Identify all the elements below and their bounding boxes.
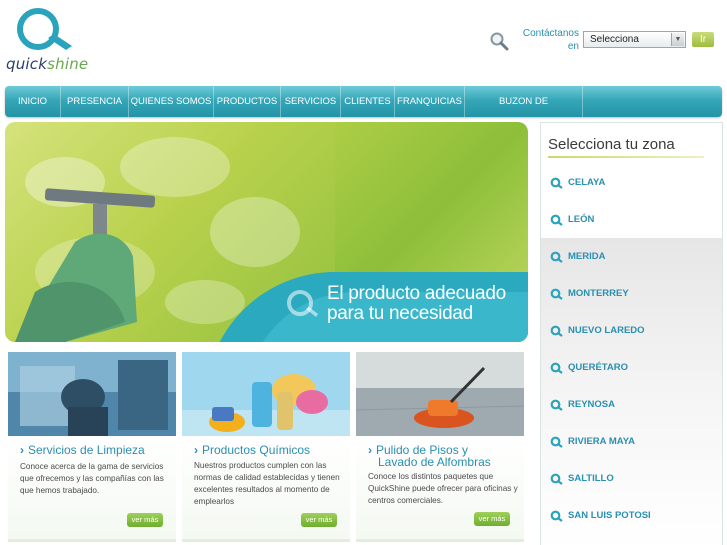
- zone-sidebar: Selecciona tu zona CELAYA LEÓN MERIDA MO…: [540, 122, 723, 545]
- card-description: Conoce los distintos paquetes que QuickS…: [368, 472, 518, 505]
- zone-item-label: LEÓN: [568, 214, 595, 225]
- chevron-right-icon: ›: [194, 443, 198, 457]
- card-image-cleaning[interactable]: [8, 352, 176, 436]
- nav-item-clientes[interactable]: CLIENTES: [341, 86, 395, 117]
- card-title[interactable]: › Productos Químicos: [194, 444, 348, 456]
- q-bullet-icon: [550, 325, 563, 337]
- ver-mas-button[interactable]: ver más: [127, 513, 163, 527]
- card-title[interactable]: › Pulido de Pisos y Lavado de Alfombras: [368, 444, 522, 468]
- nav-item-productos[interactable]: PRODUCTOS: [214, 86, 281, 117]
- nav-item-servicios[interactable]: SERVICIOS: [281, 86, 341, 117]
- card-description: Conoce acerca de la gama de servicios qu…: [20, 462, 164, 495]
- card-productos-quimicos: › Productos Químicos Nuestros productos c…: [182, 352, 350, 542]
- q-bullet-icon: [550, 288, 563, 300]
- city-select[interactable]: Selecciona ▼: [583, 31, 686, 48]
- q-bullet-icon: [550, 214, 563, 226]
- zone-item-label: SALTILLO: [568, 473, 614, 484]
- nav-item-buzon-de-sugerencias[interactable]: BUZON DE SUGERENCIAS: [465, 86, 583, 138]
- page: quickshine Contáctanos en Selecciona ▼ I…: [0, 0, 727, 545]
- chevron-right-icon: ›: [20, 443, 24, 457]
- card-title-line2: Lavado de Alfombras: [378, 455, 491, 469]
- card-image-products[interactable]: [182, 352, 350, 436]
- chevron-down-icon: ▼: [671, 33, 684, 46]
- card-body: › Pulido de Pisos y Lavado de Alfombras C…: [356, 436, 524, 542]
- floor-polisher-image: [356, 352, 524, 436]
- card-title[interactable]: › Servicios de Limpieza: [20, 444, 174, 456]
- nav-item-franquicias[interactable]: FRANQUICIAS: [395, 86, 465, 117]
- card-title-text: Servicios de Limpieza: [28, 443, 145, 457]
- zone-item-label: MERIDA: [568, 251, 606, 262]
- hero-caption-line2: para tu necesidad: [327, 303, 473, 324]
- card-body: › Productos Químicos Nuestros productos c…: [182, 436, 350, 542]
- zone-title: Selecciona tu zona: [548, 136, 675, 153]
- contact-label: Contáctanos en: [522, 28, 579, 52]
- zone-item-label: REYNOSA: [568, 399, 615, 410]
- quickshine-q-logo-icon: [17, 8, 72, 50]
- zone-item-label: MONTERREY: [568, 288, 629, 299]
- chevron-right-icon: ›: [368, 443, 372, 457]
- q-bullet-icon: [550, 399, 563, 411]
- hero-caption-line1: El producto adecuado: [327, 283, 506, 304]
- q-bullet-icon: [550, 510, 563, 522]
- zone-item-label: QUERÉTARO: [568, 362, 628, 373]
- hero-banner[interactable]: El producto adecuado para tu necesidad: [5, 122, 528, 342]
- zone-item-label: CELAYA: [568, 177, 606, 188]
- window-cleaner-image: [8, 352, 176, 436]
- nav-item-inicio[interactable]: INICIO: [5, 86, 61, 117]
- quickshine-q-watermark-icon: [287, 290, 318, 317]
- ver-mas-button[interactable]: ver más: [301, 513, 337, 527]
- ver-mas-button[interactable]: ver más: [474, 512, 510, 526]
- logo-wordmark: quickshine: [6, 55, 88, 73]
- cleaning-products-image: [182, 352, 350, 436]
- card-body: › Servicios de Limpieza Conoce acerca de …: [8, 436, 176, 542]
- q-bullet-icon: [550, 436, 563, 448]
- card-pulido-pisos: › Pulido de Pisos y Lavado de Alfombras C…: [356, 352, 524, 542]
- q-bullet-icon: [550, 251, 563, 263]
- q-bullet-icon: [550, 473, 563, 485]
- zone-item-label: SAN LUIS POTOSI: [568, 510, 651, 521]
- zone-title-underline: [548, 156, 704, 158]
- nav-item-presencia-en[interactable]: PRESENCIA EN: [61, 86, 129, 138]
- card-description: Nuestros productos cumplen con las norma…: [194, 461, 340, 506]
- logo-wordmark-part2: shine: [47, 55, 89, 73]
- city-select-value: Selecciona: [590, 34, 639, 45]
- logo-wordmark-part1: quick: [6, 55, 48, 73]
- go-button[interactable]: Ir: [692, 32, 714, 47]
- search-icon[interactable]: [489, 31, 509, 51]
- hero-caption: El producto adecuado para tu necesidad: [327, 284, 506, 324]
- main-nav: INICIO PRESENCIA EN QUIENES SOMOS PRODUC…: [5, 86, 722, 138]
- q-bullet-icon: [550, 177, 563, 189]
- zone-background: [541, 238, 722, 545]
- zone-item-label: NUEVO LAREDO: [568, 325, 645, 336]
- nav-item-quienes-somos[interactable]: QUIENES SOMOS: [129, 86, 214, 117]
- card-servicios-limpieza: › Servicios de Limpieza Conoce acerca de …: [8, 352, 176, 542]
- card-title-text: Productos Químicos: [202, 443, 311, 457]
- q-bullet-icon: [550, 362, 563, 374]
- card-image-floor[interactable]: [356, 352, 524, 436]
- logo[interactable]: quickshine: [6, 6, 96, 76]
- zone-item-label: RIVIERA MAYA: [568, 436, 636, 447]
